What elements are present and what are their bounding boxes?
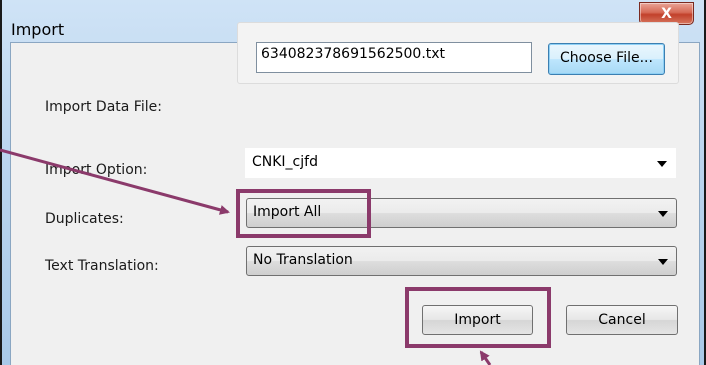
annotation-arrows: [0, 148, 492, 365]
arrow-to-import-button: [479, 350, 492, 365]
arrow-to-duplicates: [0, 148, 230, 215]
